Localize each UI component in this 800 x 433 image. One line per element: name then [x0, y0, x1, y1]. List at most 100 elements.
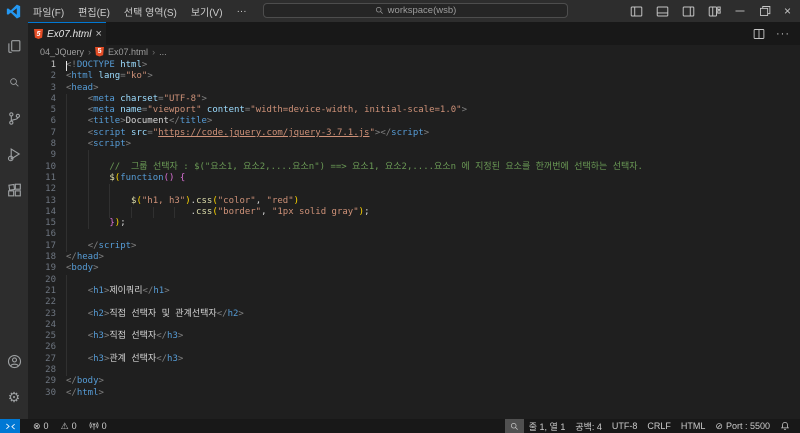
code-line-19[interactable]: 19 <body>	[28, 263, 800, 274]
code-line-7[interactable]: 7 <script src="https://code.jquery.com/j…	[28, 127, 800, 140]
notifications[interactable]	[775, 419, 795, 433]
line-number[interactable]: 3	[28, 83, 56, 94]
panel-right-icon[interactable]	[682, 5, 695, 18]
line-number[interactable]: 30	[28, 388, 56, 399]
zoom-indicator[interactable]	[504, 419, 524, 433]
code-line-20[interactable]: 20	[28, 274, 800, 286]
breadcrumb-more[interactable]: ...	[159, 47, 167, 57]
cursor-position[interactable]: 줄 1, 열 1	[524, 419, 571, 433]
activity-explorer-icon[interactable]	[0, 28, 28, 64]
encoding[interactable]: UTF-8	[607, 419, 643, 433]
code-line-3[interactable]: 3 <head>	[28, 83, 800, 94]
code-line-13[interactable]: 13 $("h1, h3").css("color", "red")	[28, 195, 800, 207]
line-number[interactable]: 2	[28, 71, 56, 82]
errors-indicator[interactable]: ⊗ 0	[28, 419, 54, 433]
close-icon[interactable]: ×	[784, 4, 791, 18]
line-number[interactable]: 6	[28, 116, 56, 127]
code-line-24[interactable]: 24	[28, 319, 800, 332]
line-number[interactable]: 14	[28, 207, 56, 218]
code-line-12[interactable]: 12	[28, 184, 800, 196]
line-number[interactable]: 10	[28, 162, 56, 173]
more-actions-icon[interactable]: ···	[776, 28, 790, 40]
remote-indicator[interactable]	[0, 419, 20, 433]
line-number[interactable]: 24	[28, 320, 56, 331]
code-line-30[interactable]: 30 </html>	[28, 388, 800, 399]
menu-selection[interactable]: 선택 영역(S)	[117, 4, 184, 19]
line-number[interactable]: 28	[28, 365, 56, 376]
command-center-search[interactable]: workspace(wsb)	[263, 3, 568, 18]
code-line-17[interactable]: 17 </script>	[28, 240, 800, 253]
activity-settings-icon[interactable]: ⚙	[0, 379, 28, 415]
code-line-29[interactable]: 29 </body>	[28, 376, 800, 387]
code-line-1[interactable]: 1 <!DOCTYPE html>	[28, 60, 800, 71]
line-number[interactable]: 8	[28, 139, 56, 150]
line-number[interactable]: 16	[28, 229, 56, 240]
activity-search-icon[interactable]	[0, 64, 28, 100]
line-number[interactable]: 11	[28, 173, 56, 184]
menu-file[interactable]: 파일(F)	[26, 4, 71, 19]
breadcrumb-folder[interactable]: 04_JQuery	[40, 47, 84, 57]
menu-more[interactable]: ···	[230, 6, 254, 17]
code-line-8[interactable]: 8 <script>	[28, 139, 800, 151]
indentation[interactable]: 공백: 4	[570, 419, 607, 433]
code-line-4[interactable]: 4 <meta charset="UTF-8">	[28, 93, 800, 106]
activity-run-debug-icon[interactable]	[0, 136, 28, 172]
code-line-11[interactable]: 11 $(function() {	[28, 172, 800, 185]
warnings-indicator[interactable]: ⚠ 0	[56, 419, 82, 433]
split-editor-icon[interactable]	[753, 28, 765, 40]
activity-extensions-icon[interactable]	[0, 172, 28, 208]
language-mode[interactable]: HTML	[676, 419, 711, 433]
line-number[interactable]: 5	[28, 105, 56, 116]
line-number[interactable]: 23	[28, 309, 56, 320]
code-line-28[interactable]: 28	[28, 365, 800, 377]
line-number[interactable]: 29	[28, 376, 56, 387]
line-number[interactable]: 25	[28, 331, 56, 342]
code-line-25[interactable]: 25 <h3>직접 선택자</h3>	[28, 331, 800, 343]
tab-close-icon[interactable]: ×	[95, 28, 101, 40]
line-number[interactable]: 1	[28, 60, 56, 71]
line-number[interactable]: 21	[28, 286, 56, 297]
minimize-icon[interactable]	[734, 5, 746, 17]
line-number[interactable]: 17	[28, 241, 56, 252]
line-number[interactable]: 9	[28, 150, 56, 161]
code-line-10[interactable]: 10 // 그룹 선택자 : $("요소1, 요소2,....요소n") ==>…	[28, 161, 800, 173]
code-line-23[interactable]: 23 <h2>직접 선택자 및 관계선택자</h2>	[28, 308, 800, 320]
code-line-15[interactable]: 15 });	[28, 218, 800, 230]
line-number[interactable]: 13	[28, 196, 56, 207]
code-line-9[interactable]: 9	[28, 150, 800, 162]
line-number[interactable]: 4	[28, 94, 56, 105]
panel-bottom-icon[interactable]	[656, 5, 669, 18]
code-line-26[interactable]: 26	[28, 342, 800, 354]
code-line-5[interactable]: 5 <meta name="viewport" content="width=d…	[28, 105, 800, 117]
line-number[interactable]: 12	[28, 184, 56, 195]
code-line-22[interactable]: 22	[28, 297, 800, 309]
eol-sequence[interactable]: CRLF	[642, 419, 676, 433]
code-line-16[interactable]: 16	[28, 229, 800, 241]
line-number[interactable]: 15	[28, 218, 56, 229]
code-line-27[interactable]: 27 <h3>관계 선택자</h3>	[28, 353, 800, 366]
tab-ex07-html[interactable]: 5 Ex07.html ×	[28, 22, 106, 45]
menu-view[interactable]: 보기(V)	[184, 4, 230, 19]
live-server-port[interactable]: ⊘ Port : 5500	[710, 419, 775, 433]
code-line-21[interactable]: 21 <h1>제이쿼리</h1>	[28, 285, 800, 298]
code-editor[interactable]: 1 <!DOCTYPE html> 2 <html lang="ko"> 3 <head>…	[28, 58, 800, 419]
code-line-18[interactable]: 18 </head>	[28, 252, 800, 263]
broadcast-indicator[interactable]: 0	[84, 419, 112, 433]
breadcrumb-file[interactable]: Ex07.html	[108, 47, 148, 57]
line-number[interactable]: 19	[28, 263, 56, 274]
code-line-6[interactable]: 6 <title>Document</title>	[28, 116, 800, 128]
restore-icon[interactable]	[759, 5, 771, 17]
layout-customize-icon[interactable]	[708, 5, 721, 18]
line-number[interactable]: 18	[28, 252, 56, 263]
line-number[interactable]: 7	[28, 128, 56, 139]
line-number[interactable]: 27	[28, 354, 56, 365]
code-line-14[interactable]: 14 .css("border", "1px solid gray");	[28, 206, 800, 219]
menu-edit[interactable]: 편집(E)	[71, 4, 117, 19]
line-number[interactable]: 22	[28, 297, 56, 308]
activity-source-control-icon[interactable]	[0, 100, 28, 136]
activity-accounts-icon[interactable]	[0, 343, 28, 379]
line-number[interactable]: 26	[28, 342, 56, 353]
panel-left-icon[interactable]	[630, 5, 643, 18]
code-line-2[interactable]: 2 <html lang="ko">	[28, 71, 800, 82]
line-number[interactable]: 20	[28, 275, 56, 286]
